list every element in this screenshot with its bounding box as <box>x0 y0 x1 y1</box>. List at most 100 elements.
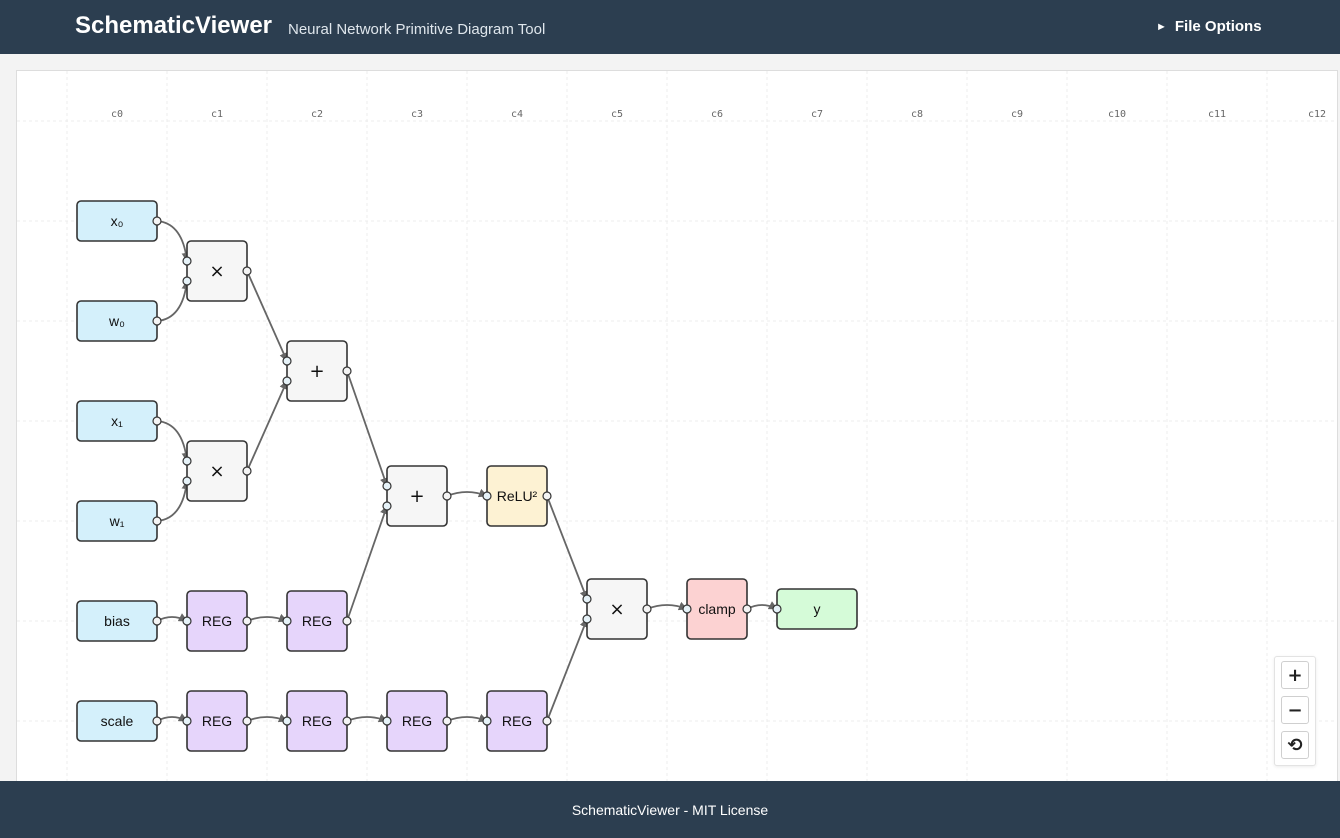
node-label: + <box>309 361 324 382</box>
app-subtitle: Neural Network Primitive Diagram Tool <box>288 21 546 38</box>
schematic-diagram[interactable]: c0 c1 c2 c3 c4 c5 c6 c7 c8 c9 c10 c11 c12 x₀ w₀ x₁ w₁ bi… <box>17 71 1338 782</box>
output-port <box>152 716 162 726</box>
column-label: c9 <box>1011 109 1023 120</box>
node-x1[interactable]: x₁ <box>76 400 162 442</box>
input-port <box>182 256 192 266</box>
output-port <box>442 491 452 501</box>
output-port <box>242 266 252 276</box>
column-label: c5 <box>611 109 623 120</box>
node-mul0[interactable]: × <box>182 240 252 302</box>
node-label: REG <box>502 713 532 729</box>
column-label: c6 <box>711 109 723 120</box>
node-regs4[interactable]: REG <box>482 690 552 752</box>
node-label: × <box>209 261 224 282</box>
output-port <box>152 216 162 226</box>
file-options-toggle[interactable]: ► File Options <box>1156 18 1262 35</box>
output-port <box>152 516 162 526</box>
node-add1[interactable]: + <box>382 465 452 527</box>
node-label: y <box>814 601 821 617</box>
node-scale[interactable]: scale <box>76 700 162 742</box>
input-port <box>582 594 592 604</box>
node-relu[interactable]: ReLU² <box>482 465 552 527</box>
output-port <box>152 316 162 326</box>
file-options-label: File Options <box>1174 18 1262 35</box>
node-label: REG <box>202 613 232 629</box>
output-port <box>642 604 652 614</box>
node-label: bias <box>104 613 130 629</box>
node-mul2[interactable]: × <box>582 578 652 640</box>
reset-view-button[interactable]: ⟲ <box>1281 731 1309 759</box>
input-port <box>482 716 492 726</box>
node-label: ReLU² <box>497 488 538 504</box>
input-port <box>182 616 192 626</box>
node-regb1[interactable]: REG <box>182 590 252 652</box>
input-port <box>482 491 492 501</box>
app-header: SchematicViewer Neural Network Primitive… <box>0 0 1340 54</box>
diagram-canvas[interactable]: c0 c1 c2 c3 c4 c5 c6 c7 c8 c9 c10 c11 c12 x₀ w₀ x₁ w₁ bi… <box>16 70 1338 782</box>
input-port <box>682 604 692 614</box>
edge-x0-mul0 <box>156 220 191 262</box>
node-clamp[interactable]: clamp <box>682 578 752 640</box>
input-port <box>382 501 392 511</box>
node-label: REG <box>202 713 232 729</box>
node-label: clamp <box>698 601 736 617</box>
input-port <box>582 614 592 624</box>
node-regs2[interactable]: REG <box>282 690 352 752</box>
output-port <box>542 716 552 726</box>
zoom-out-button[interactable]: − <box>1281 696 1309 724</box>
edge-w1-mul1 <box>156 480 191 522</box>
column-labels: c0 c1 c2 c3 c4 c5 c6 c7 c8 c9 c10 c11 c12 <box>111 109 1326 120</box>
node-label: w₁ <box>109 513 125 529</box>
grid-layer <box>17 71 1337 781</box>
input-port <box>182 456 192 466</box>
column-label: c11 <box>1208 109 1226 120</box>
node-w1[interactable]: w₁ <box>76 500 162 542</box>
node-label: x₀ <box>111 213 124 229</box>
node-label: scale <box>101 713 134 729</box>
node-regs3[interactable]: REG <box>382 690 452 752</box>
output-port <box>242 716 252 726</box>
node-label: w₀ <box>108 313 125 329</box>
output-port <box>152 416 162 426</box>
node-label: + <box>409 486 424 507</box>
node-mul1[interactable]: × <box>182 440 252 502</box>
footer-text: SchematicViewer - MIT License <box>571 801 769 818</box>
node-regb2[interactable]: REG <box>282 590 352 652</box>
output-port <box>152 616 162 626</box>
node-add0[interactable]: + <box>282 340 352 402</box>
zoom-in-button[interactable]: + <box>1281 661 1309 689</box>
column-label: c7 <box>811 109 823 120</box>
column-label: c2 <box>311 109 323 120</box>
zoom-controls: + − ⟲ <box>1274 656 1316 766</box>
node-label: REG <box>302 613 332 629</box>
output-port <box>742 604 752 614</box>
node-y[interactable]: y <box>772 588 858 630</box>
output-port <box>342 366 352 376</box>
input-port <box>282 376 292 386</box>
edge-w0-mul0 <box>156 280 191 322</box>
output-port <box>242 616 252 626</box>
output-port <box>442 716 452 726</box>
node-bias[interactable]: bias <box>76 600 162 642</box>
output-port <box>242 466 252 476</box>
input-port <box>382 481 392 491</box>
column-label: c10 <box>1108 109 1126 120</box>
node-label: REG <box>402 713 432 729</box>
edge-regs4-mul2 <box>546 618 589 722</box>
footer: SchematicViewer - MIT License <box>0 781 1340 838</box>
output-port <box>342 616 352 626</box>
column-label: c12 <box>1308 109 1326 120</box>
input-port <box>182 716 192 726</box>
node-label: x₁ <box>111 413 123 429</box>
input-port <box>182 276 192 286</box>
column-label: c3 <box>411 109 423 120</box>
input-port <box>282 356 292 366</box>
node-w0[interactable]: w₀ <box>76 300 162 342</box>
node-x0[interactable]: x₀ <box>76 200 162 242</box>
input-port <box>182 476 192 486</box>
column-label: c8 <box>911 109 923 120</box>
node-label: × <box>609 599 624 620</box>
node-regs1[interactable]: REG <box>182 690 252 752</box>
output-port <box>342 716 352 726</box>
triangle-right-icon: ► <box>1156 21 1167 33</box>
